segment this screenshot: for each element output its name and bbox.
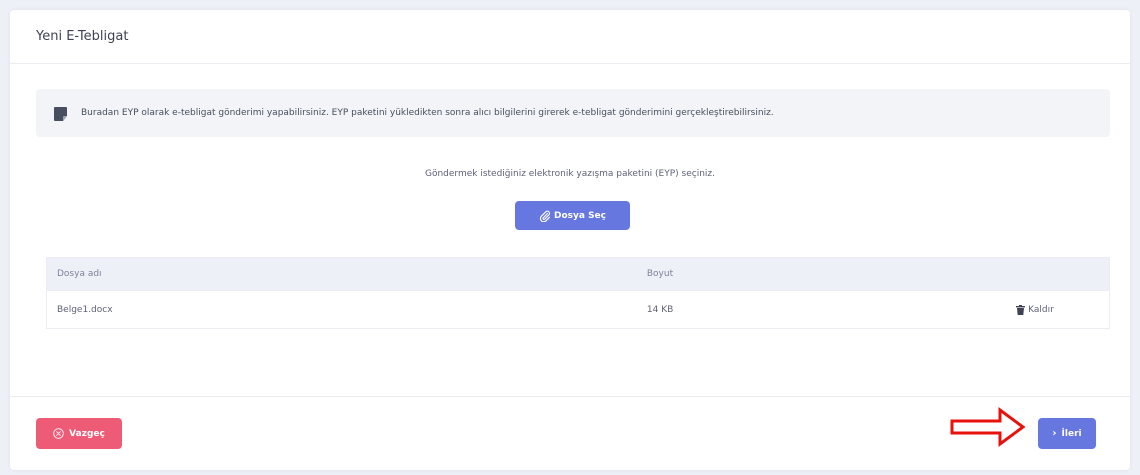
file-table: Dosya adı Boyut Belge1.docx 14 KB Kaldır <box>46 257 1110 329</box>
chevron-right-icon: › <box>1052 428 1057 439</box>
red-arrow-annotation <box>950 407 1026 447</box>
cancel-label: Vazgeç <box>69 428 105 439</box>
cancel-button[interactable]: Vazgeç <box>36 418 122 449</box>
column-header-size: Boyut <box>646 269 674 279</box>
card-header: Yeni E-Tebligat <box>10 10 1130 64</box>
table-row: Belge1.docx 14 KB Kaldır <box>47 290 1109 328</box>
note-icon <box>54 106 67 121</box>
file-size-cell: 14 KB <box>646 304 674 315</box>
choose-file-button[interactable]: Dosya Seç <box>515 201 630 230</box>
paperclip-icon <box>539 210 551 222</box>
trash-icon <box>1016 304 1026 315</box>
remove-file-label: Kaldır <box>1028 304 1054 315</box>
file-action-cell: Kaldır <box>1016 304 1109 315</box>
close-circle-icon <box>53 428 64 439</box>
remove-file-button[interactable]: Kaldır <box>1016 304 1054 315</box>
column-header-name: Dosya adı <box>57 269 102 279</box>
upload-hint: Göndermek istediğiniz elektronik yazışma… <box>424 169 716 179</box>
file-name-cell: Belge1.docx <box>57 304 113 315</box>
e-tebligat-card: Yeni E-Tebligat Buradan EYP olarak e-teb… <box>10 10 1130 470</box>
choose-file-label: Dosya Seç <box>553 210 606 221</box>
table-header-row: Dosya adı Boyut <box>47 258 1109 290</box>
page-title: Yeni E-Tebligat <box>36 29 129 44</box>
info-text: Buradan EYP olarak e-tebligat gönderimi … <box>81 108 774 118</box>
next-label: İleri <box>1061 428 1082 439</box>
next-button[interactable]: › İleri <box>1038 418 1096 449</box>
info-alert: Buradan EYP olarak e-tebligat gönderimi … <box>36 89 1110 137</box>
